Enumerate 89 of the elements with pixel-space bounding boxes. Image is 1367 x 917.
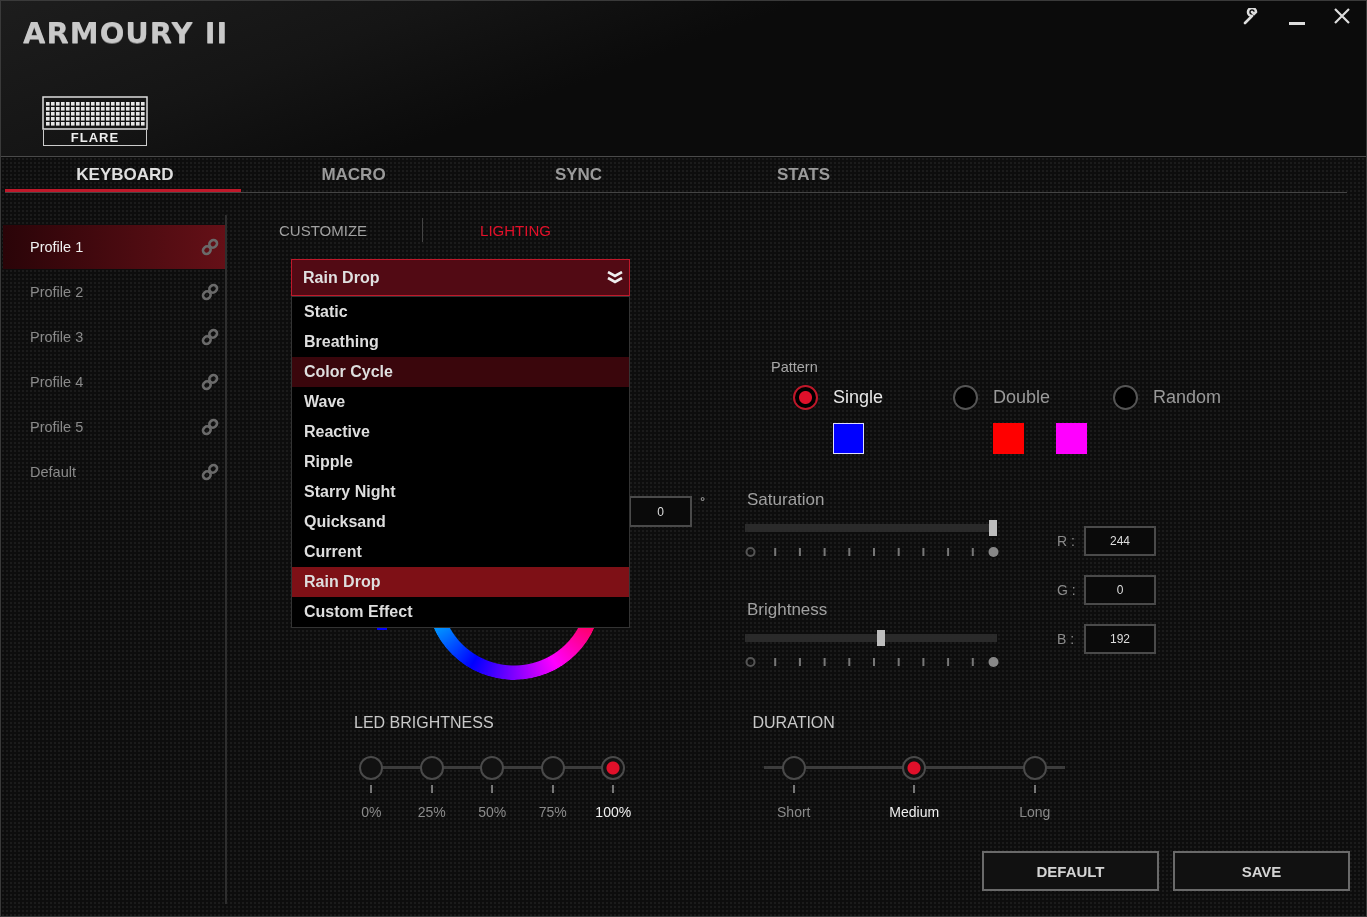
profile-name: Profile 4 bbox=[30, 374, 84, 390]
step-option[interactable] bbox=[601, 756, 626, 780]
pattern-label: Pattern bbox=[771, 359, 818, 375]
link-icon[interactable] bbox=[200, 327, 220, 347]
sub-tab[interactable]: LIGHTING bbox=[480, 221, 551, 239]
profile-item[interactable]: Profile 1 bbox=[3, 225, 225, 269]
step-label: 50% bbox=[478, 804, 507, 820]
dropdown-option[interactable]: Reactive bbox=[292, 417, 629, 447]
dropdown-option[interactable]: Static bbox=[292, 297, 629, 327]
slider-scale-icon bbox=[745, 546, 999, 558]
dropdown-value: Rain Drop bbox=[303, 268, 380, 287]
profile-name: Profile 3 bbox=[30, 329, 84, 345]
nav-tab[interactable]: KEYBOARD bbox=[5, 157, 241, 192]
step-option[interactable] bbox=[781, 756, 806, 780]
link-icon[interactable] bbox=[200, 462, 220, 482]
close-icon[interactable] bbox=[1334, 8, 1350, 24]
step-option[interactable] bbox=[1022, 756, 1047, 780]
step-label: Short bbox=[777, 804, 811, 820]
radio-button[interactable] bbox=[953, 385, 978, 410]
degree-unit: ° bbox=[700, 494, 706, 509]
stepper-label: DURATION bbox=[752, 715, 835, 731]
pattern-option-label: Random bbox=[1153, 387, 1223, 408]
profile-name: Profile 5 bbox=[30, 419, 84, 435]
nav-tab[interactable]: SYNC bbox=[466, 157, 691, 192]
slider-label: Saturation bbox=[747, 490, 825, 510]
step-label: 100% bbox=[595, 804, 632, 820]
pattern-option-label: Double bbox=[993, 387, 1052, 408]
step-label: 25% bbox=[417, 804, 446, 820]
dropdown-option[interactable]: Breathing bbox=[292, 327, 629, 357]
profile-item[interactable]: Profile 5 bbox=[3, 405, 225, 449]
dropdown-option[interactable]: Rain Drop bbox=[292, 567, 629, 597]
effect-dropdown[interactable]: Rain Drop bbox=[291, 259, 630, 296]
slider-track[interactable] bbox=[745, 630, 997, 646]
step-label: Medium bbox=[889, 804, 940, 820]
step-option[interactable] bbox=[480, 756, 505, 780]
step-label: 0% bbox=[361, 804, 382, 820]
action-button[interactable]: DEFAULT bbox=[982, 851, 1159, 891]
slider-label: Brightness bbox=[747, 600, 828, 620]
channel-field[interactable]: 244 bbox=[1084, 526, 1156, 556]
dropdown-option[interactable]: Color Cycle bbox=[292, 357, 629, 387]
radio-button[interactable] bbox=[1113, 385, 1138, 410]
wrench-icon[interactable] bbox=[1242, 8, 1260, 26]
color-swatch[interactable] bbox=[833, 423, 864, 454]
step-label: Long bbox=[1019, 804, 1051, 820]
step-option[interactable] bbox=[359, 756, 384, 780]
keyboard-icon bbox=[42, 96, 148, 130]
profile-item[interactable]: Profile 2 bbox=[3, 270, 225, 314]
nav-tab[interactable]: MACRO bbox=[241, 157, 466, 192]
channel-label: R : bbox=[1057, 533, 1076, 549]
nav-tab[interactable]: STATS bbox=[691, 157, 916, 192]
step-label: 75% bbox=[538, 804, 567, 820]
double-chevron-icon bbox=[607, 270, 623, 285]
step-option[interactable] bbox=[902, 756, 927, 780]
color-swatch[interactable] bbox=[993, 423, 1024, 454]
link-icon[interactable] bbox=[200, 372, 220, 392]
profile-name: Profile 1 bbox=[30, 239, 84, 255]
step-option[interactable] bbox=[540, 756, 565, 780]
hue-field[interactable]: 0 bbox=[629, 496, 692, 527]
dropdown-option[interactable]: Current bbox=[292, 537, 629, 567]
stepper-label: LED BRIGHTNESS bbox=[354, 715, 494, 731]
app-logo-text: ARMOURY II bbox=[23, 16, 229, 50]
device-label: FLARE bbox=[43, 130, 147, 146]
link-icon[interactable] bbox=[200, 282, 220, 302]
profile-item[interactable]: Default bbox=[3, 450, 225, 494]
dropdown-option[interactable]: Custom Effect bbox=[292, 597, 629, 627]
channel-field[interactable]: 192 bbox=[1084, 624, 1156, 654]
channel-label: G : bbox=[1057, 582, 1077, 598]
profile-item[interactable]: Profile 3 bbox=[3, 315, 225, 359]
dropdown-option[interactable]: Quicksand bbox=[292, 507, 629, 537]
channel-field[interactable]: 0 bbox=[1084, 575, 1156, 605]
color-swatch[interactable] bbox=[1056, 423, 1087, 454]
radio-button[interactable] bbox=[793, 385, 818, 410]
step-option[interactable] bbox=[419, 756, 444, 780]
dropdown-option[interactable]: Wave bbox=[292, 387, 629, 417]
sub-tab[interactable]: CUSTOMIZE bbox=[279, 221, 368, 239]
link-icon[interactable] bbox=[200, 237, 220, 257]
pattern-option-label: Single bbox=[833, 387, 885, 408]
channel-label: B : bbox=[1057, 631, 1076, 647]
slider-track[interactable] bbox=[745, 520, 997, 536]
action-button[interactable]: SAVE bbox=[1173, 851, 1350, 891]
profile-item[interactable]: Profile 4 bbox=[3, 360, 225, 404]
dropdown-option[interactable]: Starry Night bbox=[292, 477, 629, 507]
slider-thumb[interactable] bbox=[876, 630, 885, 646]
profile-name: Default bbox=[30, 464, 76, 480]
profile-name: Profile 2 bbox=[30, 284, 84, 300]
slider-scale-icon bbox=[745, 656, 999, 668]
link-icon[interactable] bbox=[200, 417, 220, 437]
slider-thumb[interactable] bbox=[989, 520, 997, 536]
dropdown-option[interactable]: Ripple bbox=[292, 447, 629, 477]
